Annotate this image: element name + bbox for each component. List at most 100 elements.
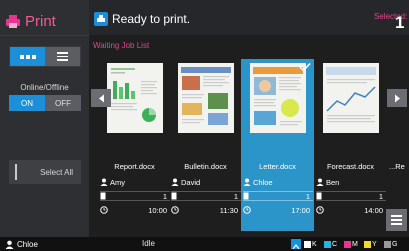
online-offline-label: Online/Offline: [20, 83, 69, 92]
printer-status-icon: [94, 12, 108, 26]
toner-m-label: M: [352, 240, 358, 248]
toner-m: M: [344, 240, 358, 248]
toner-y-label: Y: [372, 240, 377, 248]
job-time: 17:00: [291, 205, 310, 215]
job-user: David: [181, 177, 201, 187]
job-card[interactable]: Bulletin.docx David 1 11:30: [169, 59, 242, 231]
toner-c: C: [324, 240, 337, 248]
job-file-name: Bulletin.docx: [184, 162, 227, 171]
job-file-name: Letter.docx: [259, 162, 296, 171]
job-time: 10:00: [148, 205, 167, 215]
page-icon: [243, 192, 249, 200]
toner-y: Y: [364, 240, 377, 248]
clock-icon: [243, 206, 251, 214]
menu-button[interactable]: [386, 209, 407, 231]
select-all-button[interactable]: Select All: [9, 160, 81, 184]
printer-icon: [6, 15, 20, 28]
clock-icon: [316, 206, 324, 214]
job-card-selected[interactable]: Letter.docx Chloe 1 17:00: [241, 59, 314, 231]
job-user: Ben: [326, 177, 340, 187]
job-pages-row: 1: [100, 191, 170, 201]
job-time-row: 10:00: [100, 205, 170, 215]
chevron-right-icon: [394, 94, 400, 102]
user-icon: [171, 178, 179, 186]
selected-count: 1: [395, 13, 405, 32]
app-title-text: Print: [25, 12, 56, 30]
offline-button[interactable]: OFF: [45, 95, 81, 111]
job-file-name: ...Re: [389, 162, 405, 171]
online-offline-toggle: ON OFF: [9, 95, 81, 111]
menu-icon: [391, 215, 402, 217]
clock-icon: [171, 206, 179, 214]
list-view-icon: [57, 52, 68, 61]
job-pages-row: 1: [316, 191, 386, 201]
job-user-row: Amy: [100, 177, 170, 187]
job-card-partial[interactable]: ...Re: [387, 59, 409, 231]
header: Ready to print. Selected: 1: [89, 0, 409, 35]
sidebar-divider: [0, 35, 89, 36]
user-icon: [316, 178, 324, 186]
job-pages: 1: [378, 191, 383, 201]
page-icon: [100, 192, 106, 200]
scroll-right-button[interactable]: [387, 89, 407, 107]
job-user-row: Chloe: [243, 177, 313, 187]
document-thumbnail: [107, 63, 163, 133]
user-icon: [243, 178, 251, 186]
toner-m-swatch: [344, 240, 351, 248]
toner-c-swatch: [324, 240, 331, 248]
toner-g-swatch: [384, 240, 391, 248]
job-user-row: David: [171, 177, 241, 187]
job-list-title: Waiting Job List: [93, 41, 150, 50]
job-file-name: Report.docx: [114, 162, 155, 171]
online-button[interactable]: ON: [9, 95, 45, 111]
toner-y-swatch: [364, 240, 371, 248]
scroll-left-button[interactable]: [91, 89, 111, 107]
job-file-name: Forecast.docx: [326, 162, 375, 171]
job-pages: 1: [233, 191, 238, 201]
view-toggle: [9, 46, 81, 67]
document-thumbnail: [250, 63, 306, 133]
status-text: Ready to print.: [112, 12, 191, 26]
user-icon: [100, 178, 108, 186]
job-card[interactable]: Forecast.docx Ben 1 14:00: [314, 59, 387, 231]
page-icon: [171, 192, 177, 200]
thumbnail-view-button[interactable]: [10, 47, 45, 66]
user-icon: [5, 240, 14, 249]
job-list-panel: Waiting Job List Report.docx Amy 1 10:00…: [89, 35, 409, 237]
toner-k-swatch: [304, 240, 311, 248]
app-title: Print: [4, 10, 56, 32]
page-icon: [316, 192, 322, 200]
job-time-row: 11:30: [171, 205, 241, 215]
job-user-row: Ben: [316, 177, 386, 187]
job-time-row: 14:00: [316, 205, 386, 215]
toner-k: K: [304, 240, 317, 248]
thumbnails-icon: [19, 54, 36, 59]
job-card[interactable]: Report.docx Amy 1 10:00: [98, 59, 171, 231]
select-all-bar-icon: [15, 164, 17, 180]
device-status: Idle: [142, 239, 155, 248]
status-bar: Chloe Idle K C M Y G: [0, 237, 409, 251]
job-pages-row: 1: [243, 191, 313, 201]
network-icon: [291, 239, 301, 250]
toner-k-label: K: [312, 240, 317, 248]
clock-icon: [100, 206, 108, 214]
checkmark-icon: [299, 62, 311, 72]
job-user: Amy: [110, 177, 125, 187]
job-time: 11:30: [219, 205, 238, 215]
chevron-left-icon: [98, 94, 104, 102]
toner-g: G: [384, 240, 397, 248]
list-view-button[interactable]: [45, 47, 80, 66]
job-pages: 1: [162, 191, 167, 201]
document-thumbnail: [323, 63, 379, 133]
select-all-label: Select All: [40, 167, 73, 177]
logged-in-user: Chloe: [17, 239, 38, 249]
job-user: Chloe: [253, 177, 273, 187]
sidebar: Print Online/Offline ON OFF Select All: [0, 0, 89, 237]
document-thumbnail: [178, 63, 234, 133]
job-time: 14:00: [364, 205, 383, 215]
toner-c-label: C: [332, 240, 338, 248]
job-pages-row: 1: [171, 191, 241, 201]
toner-g-label: G: [392, 240, 398, 248]
job-pages: 1: [305, 191, 310, 201]
job-time-row: 17:00: [243, 205, 313, 215]
